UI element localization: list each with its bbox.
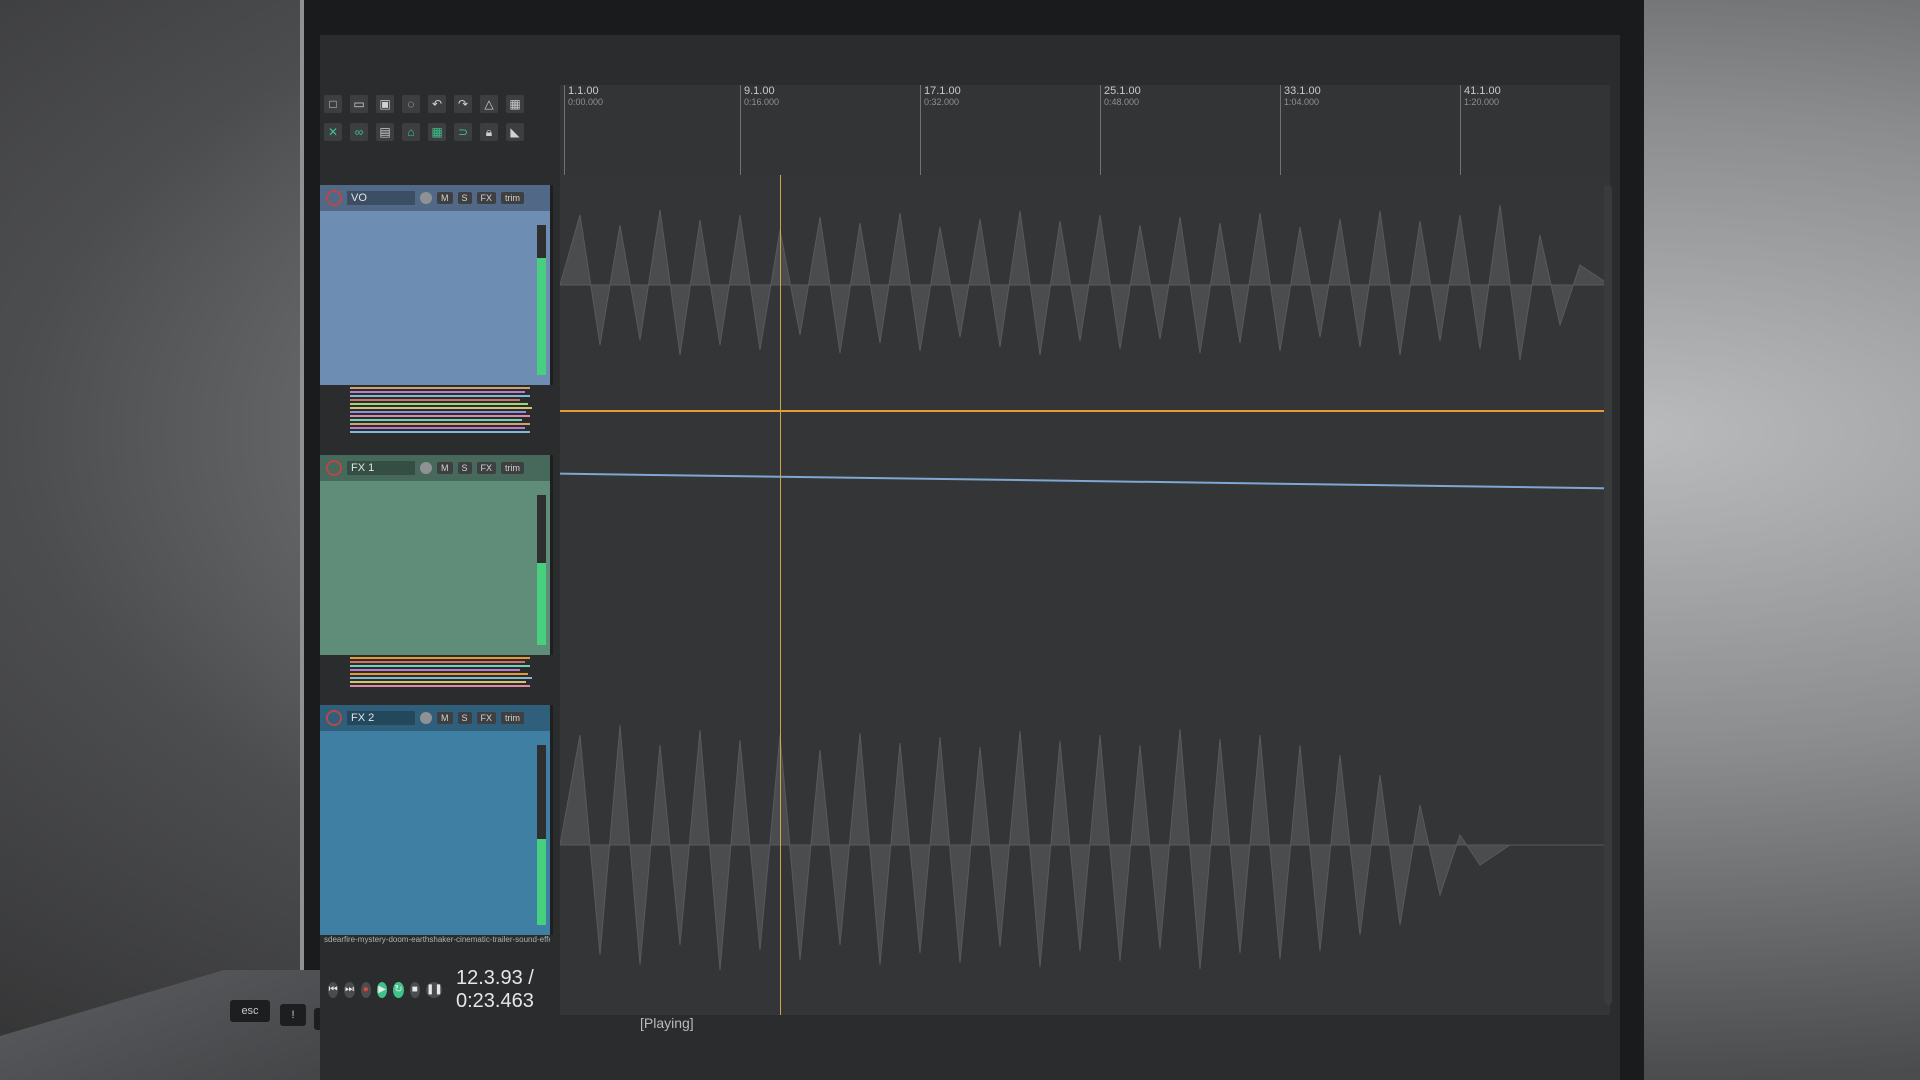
fx-button[interactable]: FX [476,192,497,204]
input-file-label: sdearfire-mystery-doom-earthshaker-cinem… [324,935,550,944]
undo-icon[interactable]: ↶ [428,95,446,113]
project-settings-icon[interactable]: ◌ [402,95,420,113]
record-arm-button[interactable] [326,190,342,206]
volume-knob[interactable] [420,192,432,204]
track-meter [537,495,546,645]
record-arm-button[interactable] [326,460,342,476]
track-name[interactable]: FX 1 [347,461,415,475]
link-icon[interactable]: ∞ [350,123,368,141]
lock-icon[interactable]: 🔒︎ [480,123,498,141]
pause-icon[interactable]: ❚❚ [425,982,443,998]
record-icon[interactable]: ● [360,982,371,998]
route-button[interactable]: trim [501,192,525,204]
track-name[interactable]: FX 2 [347,711,415,725]
mute-button[interactable]: M [437,462,453,474]
open-project-icon[interactable]: ▭ [350,95,368,113]
ruler-mark: 25.1.00 0:48.000 [1100,85,1141,175]
audio-waveform-vo[interactable] [560,175,1610,395]
grid-settings-icon[interactable]: ▦ [506,95,524,113]
solo-button[interactable]: S [457,462,472,474]
fx-button[interactable]: FX [476,462,497,474]
solo-button[interactable]: S [457,192,472,204]
mute-button[interactable]: M [437,192,453,204]
main-toolbar: □ ▭ ▣ ◌ ↶ ↷ △ ▦ ✕ ∞ ▤ ⌂ ▦ ⊃ 🔒︎ ◣ [320,85,550,195]
meter-fill [537,562,546,645]
track-meter [537,225,546,375]
auto-crossfade-icon[interactable]: ✕ [324,123,342,141]
envelope-points-icon[interactable]: ▤ [376,123,394,141]
go-to-start-icon[interactable]: ⏮ [328,982,339,998]
key-1: ! [280,1004,306,1026]
marker-icon[interactable]: ◣ [506,123,524,141]
stop-icon[interactable]: ■ [409,982,420,998]
save-project-icon[interactable]: ▣ [376,95,394,113]
track-meter [537,745,546,925]
envelope-blue[interactable] [560,472,1610,490]
meter-fill [537,258,546,375]
solo-button[interactable]: S [457,712,472,724]
ruler-mark: 33.1.00 1:04.000 [1280,85,1321,175]
transport-bar: ⏮ ⏭ ● ▶ ↻ ■ ❚❚ 12.3.93 / 0:23.463 [320,960,560,1020]
track-panel-vo[interactable]: VO M S FX trim [320,185,553,385]
envelope-orange[interactable] [560,410,1610,412]
ripple-edit-icon[interactable]: ⌂ [402,123,420,141]
track-panel-fx1[interactable]: FX 1 M S FX trim [320,455,553,655]
track-header: FX 1 M S FX trim [320,455,550,481]
redo-icon[interactable]: ↷ [454,95,472,113]
ruler-mark: 9.1.00 0:16.000 [740,85,779,175]
time-display: 12.3.93 / 0:23.463 [455,967,534,1012]
metronome-icon[interactable]: △ [480,95,498,113]
track-envelope-lanes [350,387,540,435]
record-arm-button[interactable] [326,710,342,726]
daw-screen: □ ▭ ▣ ◌ ↶ ↷ △ ▦ ✕ ∞ ▤ ⌂ ▦ ⊃ 🔒︎ ◣ 1.1.00 0… [320,35,1620,1080]
esc-key: esc [230,1000,270,1022]
go-to-end-icon[interactable]: ⏭ [344,982,355,998]
new-project-icon[interactable]: □ [324,95,342,113]
track-header: FX 2 M S FX trim [320,705,550,731]
track-header: VO M S FX trim [320,185,550,211]
track-panel-fx2[interactable]: FX 2 M S FX trim [320,705,553,935]
vertical-scrollbar[interactable] [1604,185,1612,1005]
snap-icon[interactable]: ⊃ [454,123,472,141]
ruler-mark: 1.1.00 0:00.000 [564,85,603,175]
playback-status: [Playing] [640,1015,694,1031]
track-envelope-lanes [350,657,540,689]
audio-waveform-fx2[interactable] [560,695,1610,1005]
arrange-view[interactable] [560,175,1610,1015]
repeat-icon[interactable]: ↻ [393,982,404,998]
meter-fill [537,838,546,925]
fx-button[interactable]: FX [476,712,497,724]
volume-knob[interactable] [420,712,432,724]
route-button[interactable]: trim [501,462,525,474]
ruler-mark: 41.1.00 1:20.000 [1460,85,1501,175]
ruler-mark: 17.1.00 0:32.000 [920,85,961,175]
play-cursor[interactable] [780,175,781,1015]
snap-grid-icon[interactable]: ▦ [428,123,446,141]
track-name[interactable]: VO [347,191,415,205]
route-button[interactable]: trim [501,712,525,724]
timeline-ruler[interactable]: 1.1.00 0:00.000 9.1.00 0:16.000 17.1.00 0:3… [560,85,1610,175]
volume-knob[interactable] [420,462,432,474]
mute-button[interactable]: M [437,712,453,724]
play-icon[interactable]: ▶ [376,982,388,998]
